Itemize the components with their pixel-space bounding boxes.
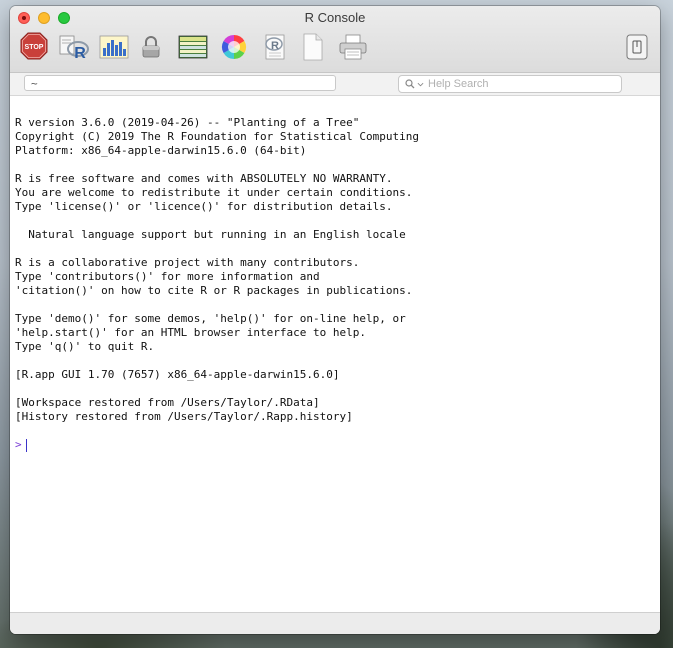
new-document-icon	[303, 33, 323, 61]
prompt-symbol: >	[15, 438, 22, 451]
print-button[interactable]	[338, 32, 368, 62]
help-search-input[interactable]	[424, 77, 610, 91]
new-document-button[interactable]	[300, 32, 326, 62]
console-output[interactable]: R version 3.6.0 (2019-04-26) -- "Plantin…	[10, 96, 660, 611]
stop-icon: STOP	[20, 32, 48, 60]
console-line: [R.app GUI 1.70 (7657) x86_64-apple-darw…	[15, 368, 340, 381]
console-line: Type 'license()' or 'licence()' for dist…	[15, 200, 393, 213]
lock-icon	[142, 36, 160, 58]
stop-button[interactable]: STOP	[20, 32, 48, 60]
window-title: R Console	[304, 10, 366, 25]
console-text: R version 3.6.0 (2019-04-26) -- "Plantin…	[15, 116, 655, 424]
console-line: [Workspace restored from /Users/Taylor/.…	[15, 396, 320, 409]
workspace-browser-icon	[178, 35, 208, 59]
r-help-icon: R	[265, 34, 285, 60]
svg-text:STOP: STOP	[25, 44, 44, 51]
console-line: Type 'demo()' for some demos, 'help()' f…	[15, 312, 406, 325]
workspace-browser-button[interactable]	[178, 32, 208, 62]
console-line: R is free software and comes with ABSOLU…	[15, 172, 393, 185]
console-line: 'citation()' on how to cite R or R packa…	[15, 284, 413, 297]
magnifier-icon	[405, 79, 415, 89]
source-script-button[interactable]: R	[58, 32, 90, 62]
color-wheel-icon	[221, 34, 247, 59]
color-picker-button[interactable]	[220, 32, 248, 62]
console-line: Copyright (C) 2019 The R Foundation for …	[15, 130, 419, 143]
console-line: [History restored from /Users/Taylor/.Ra…	[15, 410, 353, 423]
r-console-window: R Console STOP R R ~ Help Search R versi…	[10, 6, 660, 634]
print-icon	[339, 34, 367, 60]
console-line: 'help.start()' for an HTML browser inter…	[15, 326, 366, 339]
console-line: Natural language support but running in …	[15, 228, 406, 241]
console-line: Type 'contributors()' for more informati…	[15, 270, 320, 283]
lock-button[interactable]	[138, 32, 164, 62]
title-bar: R Console STOP R R	[10, 6, 660, 73]
source-r-script-icon: R	[59, 35, 89, 61]
console-line: Platform: x86_64-apple-darwin15.6.0 (64-…	[15, 144, 307, 157]
console-line: Type 'q()' to quit R.	[15, 340, 155, 353]
status-bar	[10, 612, 660, 634]
toggle-drawer-icon	[626, 34, 648, 60]
command-prompt-line[interactable]: >	[15, 438, 655, 452]
text-cursor	[25, 438, 27, 452]
svg-text:R: R	[74, 45, 86, 61]
chevron-down-icon[interactable]	[417, 81, 424, 88]
console-line: R is a collaborative project with many c…	[15, 256, 360, 269]
quartz-chart-icon	[99, 35, 129, 59]
path-and-search-bar: ~	[10, 73, 660, 96]
console-line: You are welcome to redistribute it under…	[15, 186, 413, 199]
help-search-field[interactable]	[398, 75, 622, 93]
quartz-button[interactable]	[98, 32, 130, 62]
working-directory-field[interactable]: ~	[24, 75, 336, 91]
svg-text:R: R	[271, 40, 279, 52]
r-help-button[interactable]: R	[260, 32, 288, 62]
console-line: R version 3.6.0 (2019-04-26) -- "Plantin…	[15, 116, 360, 129]
toggle-drawer-button[interactable]	[624, 32, 650, 62]
